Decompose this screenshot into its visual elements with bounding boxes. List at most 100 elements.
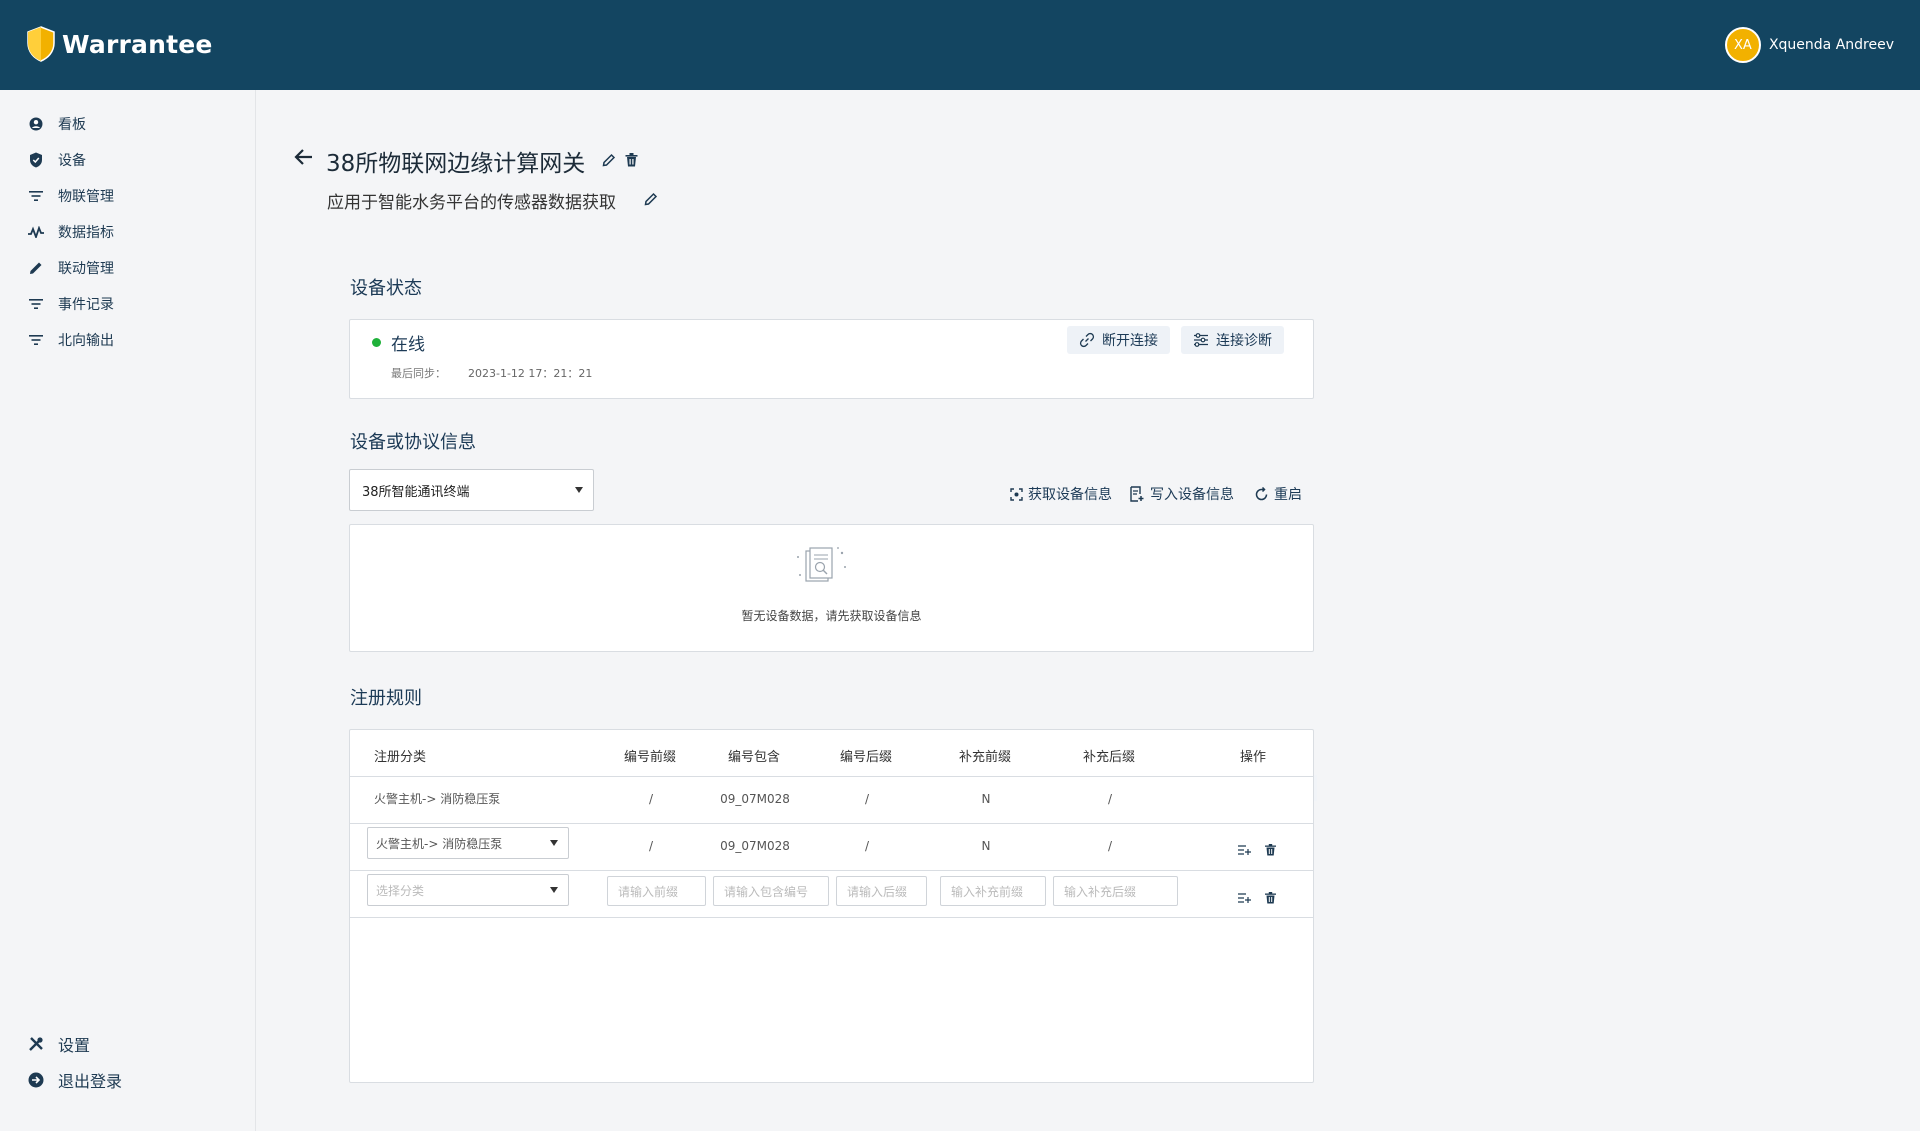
sidebar: 看板 设备 物联管理 数据指标 联动管理 事件记录 北向输出 设置 退出登录: [0, 90, 256, 1131]
row-suffix: /: [864, 792, 870, 806]
shield-logo-icon: [27, 26, 55, 62]
disconnect-button[interactable]: 断开连接: [1067, 326, 1170, 354]
chevron-down-icon: [575, 487, 583, 493]
trash-icon: [1264, 844, 1276, 856]
category-select[interactable]: 火警主机-> 消防稳压泵: [367, 827, 569, 859]
edit-subtitle-button[interactable]: [643, 191, 659, 207]
row-extra-prefix: N: [981, 792, 991, 806]
online-indicator: [372, 338, 381, 347]
sidebar-item-label: 数据指标: [58, 225, 114, 241]
rules-table: 注册分类 编号前缀 编号包含 编号后缀 补充前缀 补充后缀 操作 火警主机-> …: [349, 729, 1314, 1083]
row-extra-suffix: /: [1107, 839, 1113, 853]
sidebar-item-label: 物联管理: [58, 189, 114, 205]
row-actions: [1236, 842, 1278, 858]
page-subtitle: 应用于智能水务平台的传感器数据获取: [327, 193, 616, 213]
disconnect-label: 断开连接: [1102, 333, 1158, 349]
app-name: Warrantee: [62, 29, 213, 59]
sidebar-item-events[interactable]: 事件记录: [28, 293, 114, 315]
back-arrow-icon[interactable]: [293, 146, 315, 168]
user-menu[interactable]: XA Xquenda Andreev: [1724, 27, 1894, 63]
scan-icon: [1010, 487, 1023, 501]
column-header: 编号前缀: [624, 750, 677, 765]
main-content: 38所物联网边缘计算网关 应用于智能水务平台的传感器数据获取 设备状态 在线 最…: [257, 90, 1920, 1131]
sidebar-item-settings[interactable]: 设置: [28, 1033, 90, 1055]
suffix-input[interactable]: 请输入后缀: [836, 876, 927, 906]
empty-message: 暂无设备数据，请先获取设备信息: [741, 609, 922, 623]
sync-label: 最后同步：: [391, 367, 446, 380]
add-rule-button[interactable]: [1236, 890, 1252, 906]
get-device-info-button[interactable]: 获取设备信息: [1010, 484, 1112, 504]
sidebar-item-linkage[interactable]: 联动管理: [28, 257, 114, 279]
shield-check-icon: [28, 152, 44, 168]
pencil-icon: [644, 192, 658, 206]
row-prefix: /: [648, 792, 654, 806]
top-header: Warrantee XA Xquenda Andreev: [0, 0, 1920, 90]
write-device-info-button[interactable]: 写入设备信息: [1129, 484, 1234, 504]
tools-icon: [28, 1036, 44, 1052]
activity-icon: [28, 224, 44, 240]
delete-rule-button[interactable]: [1262, 890, 1278, 906]
sidebar-item-logout[interactable]: 退出登录: [28, 1069, 122, 1091]
row-suffix: /: [864, 839, 870, 853]
title-actions: [601, 152, 639, 168]
category-select-new[interactable]: 选择分类: [367, 874, 569, 906]
device-data-empty-card: 暂无设备数据，请先获取设备信息: [349, 524, 1314, 652]
row-contains: 09_07M028: [720, 839, 790, 853]
sidebar-item-devices[interactable]: 设备: [28, 149, 86, 171]
delete-rule-button[interactable]: [1262, 842, 1278, 858]
diagnose-label: 连接诊断: [1216, 333, 1272, 349]
section-title-rules: 注册规则: [350, 688, 422, 709]
delete-title-button[interactable]: [623, 152, 639, 168]
sliders-icon: [1194, 333, 1208, 347]
refresh-icon: [1255, 486, 1268, 500]
row-divider: [350, 917, 1313, 918]
category-placeholder: 选择分类: [376, 883, 425, 898]
column-header: 注册分类: [374, 750, 427, 765]
filter-icon: [28, 332, 44, 348]
sidebar-item-northbound[interactable]: 北向输出: [28, 329, 114, 351]
sidebar-item-label: 北向输出: [58, 333, 114, 349]
prefix-input[interactable]: 请输入前缀: [607, 876, 706, 906]
app-logo[interactable]: Warrantee: [26, 24, 213, 64]
sidebar-item-dashboard[interactable]: 看板: [28, 113, 86, 135]
add-rule-button[interactable]: [1236, 842, 1252, 858]
row-category: 火警主机-> 消防稳压泵: [374, 792, 501, 806]
column-header: 编号后缀: [840, 750, 893, 765]
diagnose-button[interactable]: 连接诊断: [1181, 326, 1284, 354]
restart-button[interactable]: 重启: [1254, 484, 1302, 504]
sidebar-item-label: 设备: [58, 153, 86, 169]
user-name[interactable]: Xquenda Andreev: [1769, 37, 1894, 53]
chevron-down-icon: [550, 887, 558, 893]
chevron-down-icon: [550, 840, 558, 846]
write-device-info-label: 写入设备信息: [1150, 487, 1234, 503]
section-title-protocol: 设备或协议信息: [350, 432, 476, 453]
get-device-info-label: 获取设备信息: [1028, 487, 1112, 503]
row-divider: [350, 776, 1313, 777]
avatar[interactable]: XA: [1724, 27, 1761, 63]
link-broken-icon: [1079, 332, 1095, 348]
sidebar-item-label: 联动管理: [58, 261, 114, 277]
extra-suffix-input[interactable]: 输入补充后缀: [1053, 876, 1178, 906]
row-contains: 09_07M028: [720, 792, 790, 806]
sidebar-item-label: 退出登录: [58, 1072, 123, 1091]
sidebar-item-label: 看板: [58, 117, 86, 133]
document-add-icon: [1130, 486, 1144, 502]
edit-title-button[interactable]: [601, 152, 617, 168]
pencil-icon: [602, 153, 616, 167]
filter-icon: [28, 188, 44, 204]
list-add-icon: [1237, 845, 1251, 855]
sidebar-item-metrics[interactable]: 数据指标: [28, 221, 114, 243]
column-header: 操作: [1240, 750, 1267, 765]
trash-icon: [625, 153, 637, 167]
device-select[interactable]: 38所智能通讯终端: [349, 469, 594, 511]
row-actions: [1236, 890, 1278, 906]
contains-input[interactable]: 请输入包含编号: [713, 876, 829, 906]
row-extra-prefix: N: [981, 839, 991, 853]
extra-prefix-input[interactable]: 输入补充前缀: [940, 876, 1046, 906]
row-divider: [350, 870, 1313, 871]
section-title-status: 设备状态: [350, 278, 422, 299]
sidebar-item-label: 设置: [58, 1036, 91, 1055]
sidebar-item-label: 事件记录: [58, 297, 114, 313]
empty-document-illustration: [797, 547, 846, 582]
sidebar-item-iot[interactable]: 物联管理: [28, 185, 114, 207]
